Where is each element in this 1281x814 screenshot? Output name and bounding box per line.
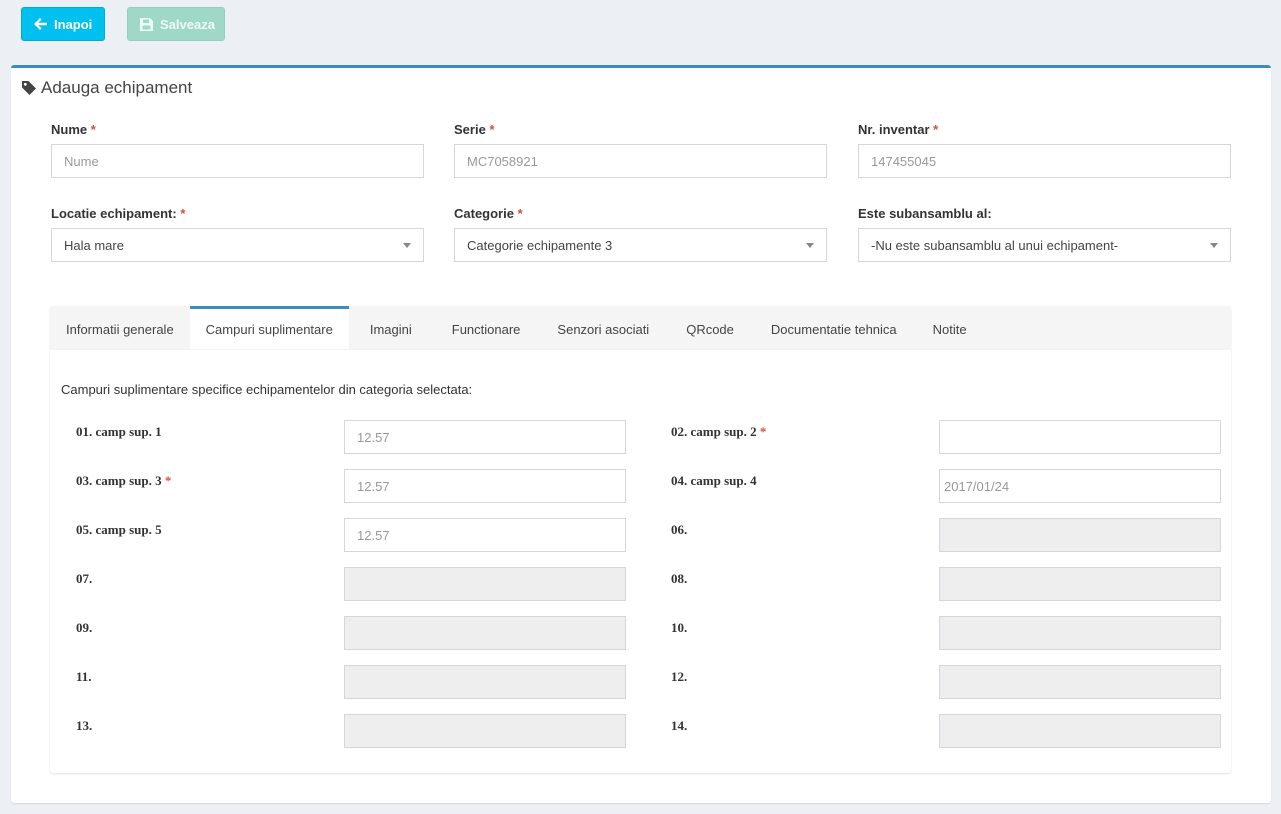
field-label: 02. camp sup. 2 * <box>671 424 767 439</box>
subansamblu-select[interactable]: -Nu este subansamblu al unui echipament- <box>858 228 1231 262</box>
floppy-disk-icon <box>140 17 153 31</box>
arrow-left-icon <box>34 18 47 30</box>
subansamblu-label: Este subansamblu al: <box>858 206 992 221</box>
nr-inventar-label: Nr. inventar * <box>858 122 939 137</box>
field-label: 10. <box>671 620 688 635</box>
field-label: 14. <box>671 718 688 733</box>
serie-input[interactable]: MC7058921 <box>454 144 827 178</box>
serie-field-group: Serie * MC7058921 <box>454 122 827 178</box>
nume-field-group: Nume * Nume <box>51 122 424 178</box>
tab-qrcode[interactable]: QRcode <box>667 306 753 349</box>
tab-description: Campuri suplimentare specifice echipamen… <box>61 382 473 397</box>
disabled-field-input <box>939 518 1221 552</box>
panel-title: Adauga echipament <box>21 78 192 98</box>
tab-documentatie-tehnica[interactable]: Documentatie tehnica <box>753 306 915 349</box>
disabled-field-input <box>344 567 626 601</box>
field-label: 05. camp sup. 5 <box>76 522 162 537</box>
field-label: 01. camp sup. 1 <box>76 424 162 439</box>
field-label: 04. camp sup. 4 <box>671 473 757 488</box>
disabled-field-input <box>939 567 1221 601</box>
extra-field-input[interactable] <box>939 420 1221 454</box>
field-label: 08. <box>671 571 688 586</box>
extra-field-input[interactable]: 12.57 <box>344 469 626 503</box>
field-label: 07. <box>76 571 93 586</box>
add-equipment-panel: Adauga echipament Nume * Nume Serie * MC… <box>11 65 1271 803</box>
subansamblu-field-group: Este subansamblu al: -Nu este subansambl… <box>858 206 1231 262</box>
date-field-input[interactable]: 2017/01/24 <box>939 469 1221 503</box>
field-label: 09. <box>76 620 93 635</box>
save-button[interactable]: Salveaza <box>127 7 225 41</box>
field-label: 06. <box>671 522 688 537</box>
tab-functionare[interactable]: Functionare <box>433 306 540 349</box>
tabs-panel: Informatii generale Campuri suplimentare… <box>50 306 1231 773</box>
categorie-field-group: Categorie * Categorie echipamente 3 <box>454 206 827 262</box>
disabled-field-input <box>939 616 1221 650</box>
nume-input[interactable]: Nume <box>51 144 424 178</box>
disabled-field-input <box>344 665 626 699</box>
tab-notite[interactable]: Notite <box>915 306 985 349</box>
nr-inventar-field-group: Nr. inventar * 147455045 <box>858 122 1231 178</box>
extra-field-input[interactable]: 12.57 <box>344 420 626 454</box>
field-label: 12. <box>671 669 688 684</box>
locatie-select[interactable]: Hala mare <box>51 228 424 262</box>
categorie-select[interactable]: Categorie echipamente 3 <box>454 228 827 262</box>
field-label: 03. camp sup. 3 * <box>76 473 172 488</box>
disabled-field-input <box>939 665 1221 699</box>
locatie-label: Locatie echipament: * <box>51 206 186 221</box>
categorie-label: Categorie * <box>454 206 523 221</box>
chevron-down-icon <box>403 242 411 248</box>
disabled-field-input <box>939 714 1221 748</box>
extra-field-input[interactable]: 12.57 <box>344 518 626 552</box>
tab-bar: Informatii generale Campuri suplimentare… <box>50 306 1231 350</box>
disabled-field-input <box>344 616 626 650</box>
toolbar: Inapoi Salveaza <box>21 7 225 41</box>
nume-label: Nume * <box>51 122 96 137</box>
tab-senzori-asociati[interactable]: Senzori asociati <box>539 306 667 349</box>
tab-informatii-generale[interactable]: Informatii generale <box>50 306 190 349</box>
save-button-label: Salveaza <box>160 16 215 32</box>
tab-campuri-suplimentare[interactable]: Campuri suplimentare <box>189 306 349 349</box>
chevron-down-icon <box>806 242 814 248</box>
serie-label: Serie * <box>454 122 495 137</box>
back-button[interactable]: Inapoi <box>21 7 105 41</box>
panel-title-text: Adauga echipament <box>41 78 193 97</box>
nume-placeholder: Nume <box>64 153 99 169</box>
locatie-field-group: Locatie echipament: * Hala mare <box>51 206 424 262</box>
tab-imagini[interactable]: Imagini <box>349 306 433 349</box>
disabled-field-input <box>344 714 626 748</box>
chevron-down-icon <box>1210 242 1218 248</box>
field-label: 13. <box>76 718 93 733</box>
tag-icon <box>21 80 37 96</box>
field-label: 11. <box>76 669 92 684</box>
back-button-label: Inapoi <box>54 16 93 32</box>
nr-inventar-input[interactable]: 147455045 <box>858 144 1231 178</box>
